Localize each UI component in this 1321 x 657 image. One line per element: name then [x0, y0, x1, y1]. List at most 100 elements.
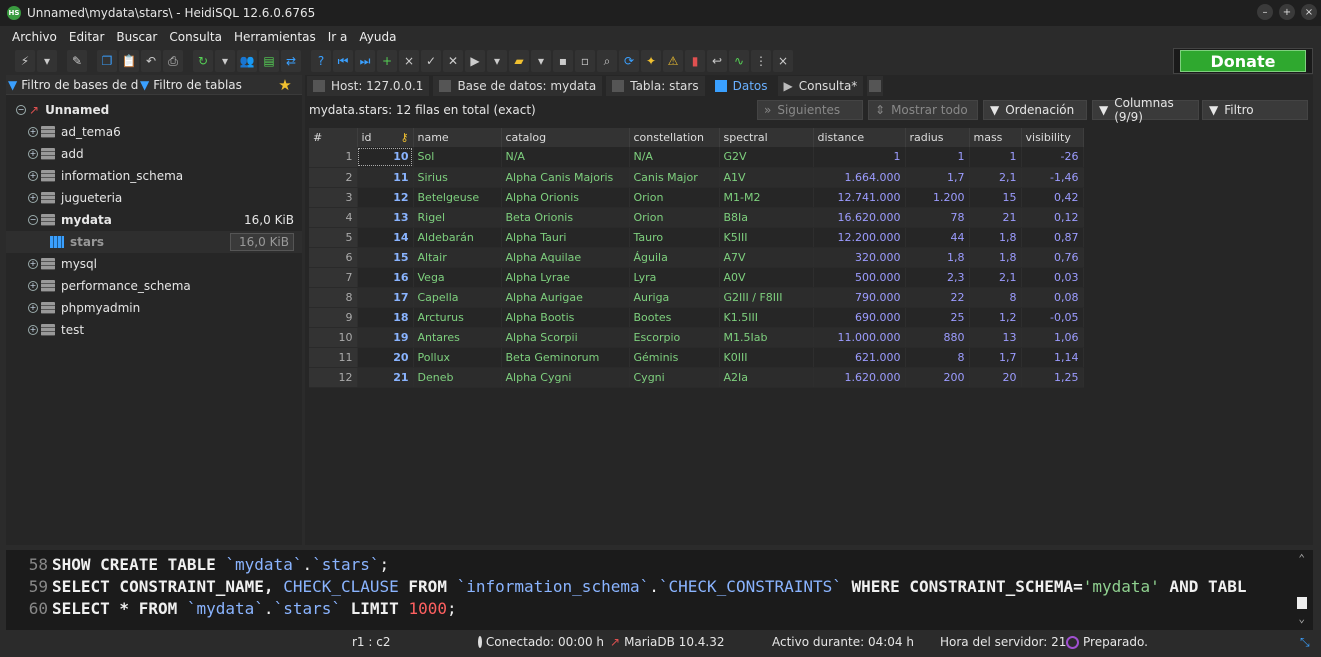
- cell-mass[interactable]: 15: [969, 187, 1022, 208]
- cell-distance[interactable]: 690.000: [813, 307, 906, 328]
- cell-mass[interactable]: 1,8: [969, 247, 1022, 268]
- cell-constellation[interactable]: Lyra: [629, 267, 720, 288]
- cell-distance[interactable]: 621.000: [813, 347, 906, 368]
- menu-editar[interactable]: Editar: [63, 30, 111, 44]
- column-header-id[interactable]: id ⚷: [357, 128, 414, 147]
- export-icon[interactable]: ▤: [259, 50, 279, 72]
- cell-constellation[interactable]: Águila: [629, 247, 720, 268]
- cell-mass[interactable]: 8: [969, 287, 1022, 308]
- cell-radius[interactable]: 1,8: [905, 247, 970, 268]
- tree-db-information-schema[interactable]: + information_schema: [6, 165, 302, 187]
- cell-spectral[interactable]: A0V: [719, 267, 814, 288]
- expand-icon[interactable]: +: [28, 171, 38, 181]
- cell-name[interactable]: Aldebarán: [413, 227, 502, 248]
- wrap-icon[interactable]: ↩: [707, 50, 727, 72]
- delete-row-icon[interactable]: ×: [399, 50, 419, 72]
- tree-db-ad-tema6[interactable]: + ad_tema6: [6, 121, 302, 143]
- sql-log[interactable]: ⌃ ⌄ 58 SHOW CREATE TABLE `mydata`. `stars`…: [6, 550, 1313, 630]
- cell-visibility[interactable]: 0,76: [1021, 247, 1084, 268]
- cell-distance[interactable]: 500.000: [813, 267, 906, 288]
- table-row[interactable]: 4 13 Rigel Beta Orionis Orion B8Ia 16.620.000 7…: [309, 207, 1084, 228]
- cell-id[interactable]: 16: [357, 267, 414, 288]
- folder-icon[interactable]: ▰: [509, 50, 529, 72]
- cell-radius[interactable]: 8: [905, 347, 970, 368]
- tab-host[interactable]: Host: 127.0.0.1: [307, 76, 430, 96]
- cell-radius[interactable]: 25: [905, 307, 970, 328]
- cell-spectral[interactable]: A2Ia: [719, 367, 814, 388]
- cell-catalog[interactable]: Beta Orionis: [501, 207, 630, 228]
- cell-visibility[interactable]: 0,12: [1021, 207, 1084, 228]
- column-header-visibility[interactable]: visibility: [1021, 128, 1084, 147]
- chevron-down-icon[interactable]: ▾: [487, 50, 507, 72]
- cell-id[interactable]: 15: [357, 247, 414, 268]
- cell-radius[interactable]: 1: [905, 147, 970, 168]
- expand-icon[interactable]: +: [28, 259, 38, 269]
- table-row[interactable]: 7 16 Vega Alpha Lyrae Lyra A0V 500.000 2,3 2,1 0,…: [309, 267, 1084, 288]
- cell-name[interactable]: Sol: [413, 147, 502, 168]
- column-header-constellation[interactable]: constellation: [629, 128, 720, 147]
- cell-catalog[interactable]: Alpha Scorpii: [501, 327, 630, 348]
- tree-table-stars[interactable]: stars 16,0 KiB: [6, 231, 302, 253]
- expand-icon[interactable]: +: [28, 149, 38, 159]
- menu-buscar[interactable]: Buscar: [110, 30, 163, 44]
- cell-constellation[interactable]: Canis Major: [629, 167, 720, 188]
- help-icon[interactable]: ?: [311, 50, 331, 72]
- cell-spectral[interactable]: K5III: [719, 227, 814, 248]
- cell-spectral[interactable]: A1V: [719, 167, 814, 188]
- menu-consulta[interactable]: Consulta: [163, 30, 228, 44]
- maximize-button[interactable]: +: [1279, 4, 1295, 20]
- resize-grip-icon[interactable]: ⤡: [1300, 634, 1316, 650]
- table-row[interactable]: 11 20 Pollux Beta Geminorum Géminis K0III 621.…: [309, 347, 1084, 368]
- cell-mass[interactable]: 1: [969, 147, 1022, 168]
- table-row[interactable]: 2 11 Sirius Alpha Canis Majoris Canis Major A…: [309, 167, 1084, 188]
- column-header-rownum[interactable]: #: [309, 128, 358, 147]
- last-icon[interactable]: ⏭: [355, 50, 375, 72]
- cell-id[interactable]: 12: [357, 187, 414, 208]
- cell-distance[interactable]: 1.664.000: [813, 167, 906, 188]
- cell-constellation[interactable]: Escorpio: [629, 327, 720, 348]
- cell-visibility[interactable]: -26: [1021, 147, 1084, 168]
- cell-catalog[interactable]: Alpha Bootis: [501, 307, 630, 328]
- star-icon[interactable]: ★: [272, 76, 298, 94]
- cell-distance[interactable]: 320.000: [813, 247, 906, 268]
- cell-distance[interactable]: 1: [813, 147, 906, 168]
- more-icon[interactable]: ⋮: [751, 50, 771, 72]
- cell-catalog[interactable]: Alpha Lyrae: [501, 267, 630, 288]
- cell-spectral[interactable]: K1.5III: [719, 307, 814, 328]
- find-icon[interactable]: ⌕: [597, 50, 617, 72]
- cell-constellation[interactable]: Tauro: [629, 227, 720, 248]
- donate-button[interactable]: Donate: [1180, 50, 1306, 72]
- cell-constellation[interactable]: Cygni: [629, 367, 720, 388]
- tree-db-mysql[interactable]: + mysql: [6, 253, 302, 275]
- tab-data[interactable]: Datos: [708, 76, 774, 96]
- cell-radius[interactable]: 78: [905, 207, 970, 228]
- cell-id[interactable]: 17: [357, 287, 414, 308]
- cell-constellation[interactable]: Orion: [629, 187, 720, 208]
- cell-mass[interactable]: 1,2: [969, 307, 1022, 328]
- column-header-name[interactable]: name: [413, 128, 502, 147]
- refresh-icon[interactable]: ↻: [193, 50, 213, 72]
- tree-db-performance-schema[interactable]: + performance_schema: [6, 275, 302, 297]
- tree-db-add[interactable]: + add: [6, 143, 302, 165]
- cell-visibility[interactable]: -1,46: [1021, 167, 1084, 188]
- cell-catalog[interactable]: Alpha Canis Majoris: [501, 167, 630, 188]
- save-icon[interactable]: ▪: [553, 50, 573, 72]
- cell-spectral[interactable]: B8Ia: [719, 207, 814, 228]
- filter-button[interactable]: ▼ Filtro: [1202, 100, 1308, 120]
- cell-radius[interactable]: 880: [905, 327, 970, 348]
- cell-id[interactable]: 18: [357, 307, 414, 328]
- cell-radius[interactable]: 200: [905, 367, 970, 388]
- post-icon[interactable]: ✓: [421, 50, 441, 72]
- cell-radius[interactable]: 44: [905, 227, 970, 248]
- cell-id[interactable]: 13: [357, 207, 414, 228]
- cell-id[interactable]: 14: [357, 227, 414, 248]
- cell-mass[interactable]: 2,1: [969, 267, 1022, 288]
- table-row[interactable]: 1 10 Sol N/A N/A G2V 1 1 1 -26: [309, 147, 1084, 168]
- cell-radius[interactable]: 22: [905, 287, 970, 308]
- table-row[interactable]: 8 17 Capella Alpha Aurigae Auriga G2III / F8I…: [309, 287, 1084, 308]
- table-row[interactable]: 5 14 Aldebarán Alpha Tauri Tauro K5III 12.200.…: [309, 227, 1084, 248]
- tree-root-unnamed[interactable]: − ↗ Unnamed: [6, 99, 302, 121]
- cell-visibility[interactable]: 1,06: [1021, 327, 1084, 348]
- cell-visibility[interactable]: 0,87: [1021, 227, 1084, 248]
- new-query-tab-button[interactable]: [867, 76, 884, 96]
